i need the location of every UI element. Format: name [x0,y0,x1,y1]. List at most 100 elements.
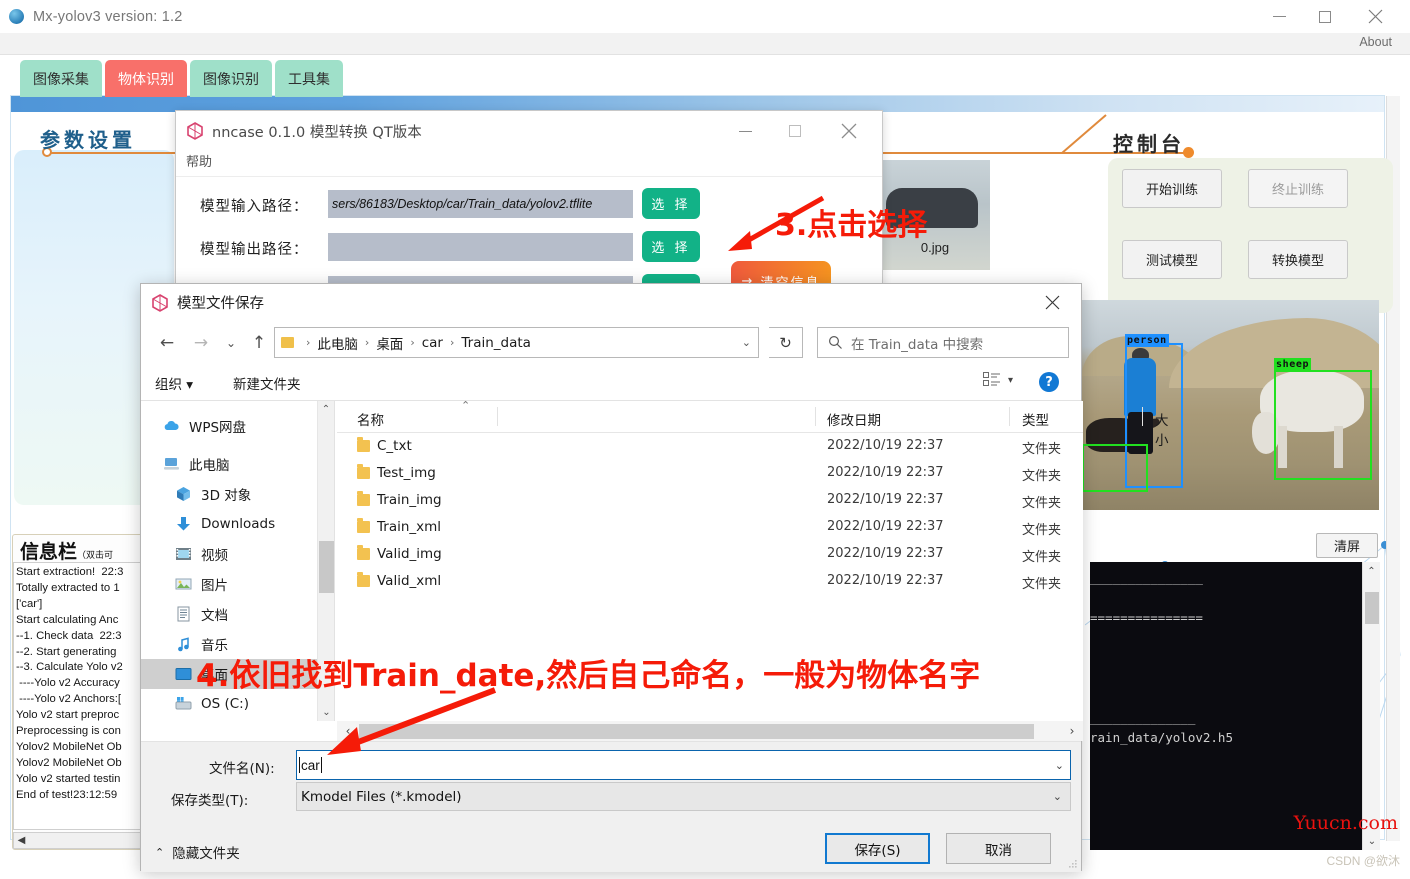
text-caret [299,757,300,773]
scroll-up-icon[interactable]: ⌃ [318,401,334,418]
cancel-button[interactable]: 取消 [946,833,1051,864]
column-header-name[interactable]: 名称 [357,409,384,429]
app-title: Mx-yolov3 version: 1.2 [33,8,183,25]
test-model-button[interactable]: 测试模型 [1122,240,1222,279]
chevron-down-icon[interactable]: ⌄ [1055,759,1064,772]
table-row[interactable]: Train_xml 2022/10/19 22:37 文件夹 [337,514,1083,541]
sidebar-label: 图片 [201,578,228,594]
file-type: 文件夹 [1022,442,1062,457]
parameter-settings-title: 参数设置 [40,128,136,152]
breadcrumb-item-desktop[interactable]: 桌面 [376,333,403,353]
app-menubar: About [0,33,1410,55]
sidebar-item-wps-cloud[interactable]: WPS网盘 [141,411,326,441]
nncase-minimize-icon[interactable] [720,111,770,151]
organize-button[interactable]: 组织 ▾ [155,373,193,393]
nncase-output-path-field[interactable] [328,233,633,261]
new-folder-button[interactable]: 新建文件夹 [233,373,301,393]
maximize-icon[interactable] [1302,0,1348,33]
column-header-size[interactable]: 大小 [1155,409,1169,449]
info-panel-title: 信息栏（双击可 [20,537,113,564]
file-dialog-app-icon [152,293,168,312]
tab-toolset[interactable]: 工具集 [275,60,343,97]
stop-training-button[interactable]: 终止训练 [1248,169,1348,208]
view-mode-button[interactable]: ▾ [982,372,1013,388]
tab-image-recognition[interactable]: 图像识别 [190,60,272,97]
refresh-icon[interactable]: ↻ [769,327,803,358]
help-icon[interactable]: ? [1039,372,1059,392]
nncase-maximize-icon[interactable] [770,111,820,151]
minimize-icon[interactable] [1256,0,1302,33]
sidebar-item-downloads[interactable]: Downloads [141,509,326,539]
nncase-output-choose-button[interactable]: 选 择 [642,231,700,262]
search-box[interactable]: 在 Train_data 中搜索 [817,327,1069,358]
filename-label: 文件名(N): [209,761,275,777]
nncase-menubar: 帮助 [176,151,882,177]
filetype-label: 保存类型(T): [171,793,249,809]
table-row[interactable]: Test_img 2022/10/19 22:37 文件夹 [337,460,1083,487]
up-icon[interactable]: ↑ [245,329,273,357]
tab-image-capture[interactable]: 图像采集 [20,60,102,97]
watermark-yuucn: Yuucn.com [1293,812,1398,834]
nncase-input-path-field[interactable]: sers/86183/Desktop/car/Train_data/yolov2… [328,190,633,218]
close-icon[interactable] [1352,0,1398,33]
scroll-right-icon[interactable]: › [1061,724,1083,738]
save-button[interactable]: 保存(S) [825,833,930,864]
breadcrumb-separator: › [306,336,311,349]
nncase-menu-help[interactable]: 帮助 [186,155,212,170]
scroll-down-icon[interactable]: ⌄ [1363,832,1381,850]
nncase-output-path-label: 模型输出路径： [200,242,309,258]
sidebar-item-videos[interactable]: 视频 [141,539,326,569]
sidebar-item-3d-objects[interactable]: 3D 对象 [141,479,326,509]
filetype-select[interactable]: Kmodel Files (*.kmodel) ⌄ [296,782,1071,811]
sidebar-item-pictures[interactable]: 图片 [141,569,326,599]
hide-folders-label: 隐藏文件夹 [172,846,240,862]
table-row[interactable]: Valid_img 2022/10/19 22:37 文件夹 [337,541,1083,568]
file-list-header: ⌃ 名称 修改日期 类型 大小 [337,399,1169,449]
nncase-input-choose-button[interactable]: 选 择 [642,188,700,219]
file-dialog-close-icon[interactable] [1031,284,1073,321]
file-date: 2022/10/19 22:37 [827,465,944,480]
table-row[interactable]: C_txt 2022/10/19 22:37 文件夹 [337,433,1083,460]
breadcrumb-chevron-down-icon[interactable]: ⌄ [742,336,751,349]
nncase-close-icon[interactable] [824,111,874,151]
chevron-down-icon[interactable]: ⌄ [217,329,245,357]
terminal-output: _______________ =============== ________… [1090,562,1362,850]
resize-grip-icon[interactable] [1068,859,1078,869]
start-training-button[interactable]: 开始训练 [1122,169,1222,208]
scroll-left-icon[interactable]: ◀ [14,835,29,846]
breadcrumb[interactable]: › 此电脑 › 桌面 › car › Train_data ⌄ [274,327,759,358]
hide-folders-toggle[interactable]: ⌃ 隐藏文件夹 [155,842,240,863]
back-icon[interactable]: ← [153,329,181,357]
file-type: 文件夹 [1022,496,1062,511]
bbox-label-person: person [1125,334,1169,347]
sidebar-label: Downloads [201,516,276,532]
menu-item-about[interactable]: About [1359,35,1392,49]
column-header-date[interactable]: 修改日期 [827,409,881,429]
desktop-icon [175,668,192,680]
view-list-icon [982,372,1000,386]
info-log-hscrollbar[interactable]: ◀ [13,832,144,849]
table-row[interactable]: Train_img 2022/10/19 22:37 文件夹 [337,487,1083,514]
tab-object-detection[interactable]: 物体识别 [105,60,187,97]
terminal-vertical-scrollbar[interactable]: ⌃ ⌄ [1362,562,1380,850]
annotation-arrow-4 [327,687,497,755]
table-row[interactable]: Valid_xml 2022/10/19 22:37 文件夹 [337,568,1083,595]
scrollbar-thumb[interactable] [1365,592,1379,624]
scrollbar-thumb[interactable] [319,541,334,593]
breadcrumb-item-car[interactable]: car [422,335,443,351]
convert-model-button[interactable]: 转换模型 [1248,240,1348,279]
sidebar-item-documents[interactable]: 文档 [141,599,326,629]
file-dialog-navbar: ← → ⌄ ↑ › 此电脑 › 桌面 › car › Train_data ⌄ … [141,321,1081,365]
forward-icon[interactable]: → [187,329,215,357]
folder-icon [357,437,370,452]
watermark-csdn: CSDN @欲沐 [1326,854,1400,868]
column-header-type[interactable]: 类型 [1022,409,1049,429]
file-type: 文件夹 [1022,550,1062,565]
sidebar-item-this-pc[interactable]: 此电脑 [141,449,326,479]
breadcrumb-separator: › [364,336,370,349]
clear-screen-button[interactable]: 清屏 [1316,533,1378,558]
breadcrumb-item-this-pc[interactable]: 此电脑 [317,333,358,353]
breadcrumb-item-train-data[interactable]: Train_data [461,335,531,351]
organize-label: 组织 [155,377,182,393]
scroll-up-icon[interactable]: ⌃ [1363,562,1380,580]
